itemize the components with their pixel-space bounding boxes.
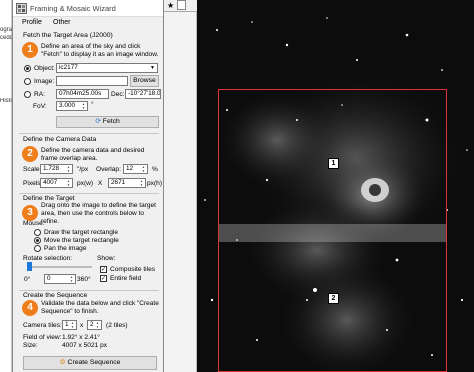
background-app-text: Histo bbox=[0, 98, 12, 104]
image-toolbar-strip bbox=[164, 0, 197, 372]
image-radio[interactable] bbox=[24, 78, 31, 85]
size-label: Size: bbox=[23, 342, 38, 349]
step-3-description: Drag onto the image to define the target… bbox=[41, 202, 156, 225]
rotate-label: Rotate selection: bbox=[23, 255, 73, 262]
mouse-label: Mouse: bbox=[23, 220, 45, 227]
draw-rectangle-radio[interactable] bbox=[34, 229, 41, 236]
entire-field-label: Entire field bbox=[110, 275, 142, 282]
dec-label: Dec: bbox=[111, 91, 125, 98]
ra-label: RA: bbox=[34, 91, 45, 98]
image-input[interactable] bbox=[56, 76, 128, 86]
fetch-button[interactable]: ⟳ Fetch bbox=[56, 116, 159, 128]
app-icon bbox=[16, 3, 27, 14]
pixels-height-unit: px(h) bbox=[147, 180, 163, 187]
fov-label: FoV: bbox=[33, 103, 47, 110]
step-2-description: Define the camera data and desired frame… bbox=[41, 147, 145, 162]
tiles-x-spinbox[interactable]: 1 bbox=[62, 320, 77, 330]
tiles-y-spinbox[interactable]: 2 bbox=[87, 320, 102, 330]
menu-profile[interactable]: Profile bbox=[22, 19, 42, 26]
scale-label: Scale: bbox=[23, 166, 42, 173]
chevron-down-icon[interactable]: ▼ bbox=[150, 65, 155, 71]
pixels-height-spinbox[interactable]: 2671 bbox=[108, 178, 146, 188]
background-app-text: cedd bbox=[0, 35, 12, 41]
fov-unit: ° bbox=[91, 101, 94, 108]
pan-image-radio[interactable] bbox=[34, 245, 41, 252]
menu-bar: Profile Other bbox=[13, 18, 163, 29]
ra-input[interactable]: 07h04m25.00s bbox=[56, 89, 109, 99]
move-rectangle-radio[interactable] bbox=[34, 237, 41, 244]
fov-spinbox[interactable]: 3.000 bbox=[56, 101, 88, 111]
rotate-max-label: 360° bbox=[77, 276, 91, 283]
title-bar[interactable]: Framing & Mosaic Wizard bbox=[13, 0, 163, 17]
draw-rectangle-label: Draw the target rectangle bbox=[44, 229, 119, 236]
tile-1-label: 1 bbox=[328, 158, 339, 169]
overlap-unit: % bbox=[152, 166, 158, 173]
section-header-camera: Define the Camera Data bbox=[23, 136, 97, 143]
camera-tiles-label: Camera tiles: bbox=[23, 322, 62, 329]
object-label: Object: bbox=[34, 65, 55, 72]
field-of-view-label: Field of view: bbox=[23, 334, 62, 341]
move-rectangle-label: Move the target rectangle bbox=[44, 237, 119, 244]
create-sequence-button[interactable]: ⚙ Create Sequence bbox=[23, 356, 157, 370]
object-input[interactable]: ic2177 bbox=[56, 63, 158, 73]
overlap-label: Overlap: bbox=[96, 166, 121, 173]
pixels-times-label: X bbox=[98, 180, 103, 187]
step-4-description: Validate the data below and click "Creat… bbox=[41, 300, 159, 315]
tiles-count-label: (2 tiles) bbox=[106, 322, 128, 329]
menu-other[interactable]: Other bbox=[53, 19, 71, 26]
image-label: Image: bbox=[34, 78, 55, 85]
rotate-spinbox[interactable]: 0 bbox=[44, 274, 76, 284]
step-4-badge: 4 bbox=[22, 300, 38, 316]
scale-unit: "/px bbox=[77, 166, 89, 173]
browse-button[interactable]: Browse bbox=[130, 75, 159, 87]
scale-spinbox[interactable]: 1.728 bbox=[40, 164, 73, 174]
dec-input[interactable]: -10°27'18.00" bbox=[125, 89, 161, 99]
window-icon[interactable] bbox=[177, 0, 186, 10]
star-icon[interactable]: ★ bbox=[167, 1, 174, 10]
framing-mosaic-wizard-window: Framing & Mosaic Wizard Profile Other Fe… bbox=[12, 0, 164, 372]
step-2-badge: 2 bbox=[22, 146, 38, 162]
pan-image-label: Pan the image bbox=[44, 245, 87, 252]
field-of-view-value: 1.92° x 2.41° bbox=[62, 334, 100, 341]
rotate-slider-track[interactable] bbox=[27, 266, 92, 268]
background-app-text: ograp bbox=[0, 27, 12, 33]
image-toolbar: ★ bbox=[164, 0, 197, 12]
rotate-slider-thumb[interactable] bbox=[27, 262, 32, 271]
object-radio[interactable] bbox=[24, 65, 31, 72]
sequence-icon: ⚙ bbox=[59, 359, 66, 366]
pixels-width-unit: px(w) bbox=[77, 180, 94, 187]
step-3-badge: 3 bbox=[22, 205, 38, 221]
target-rectangle[interactable] bbox=[218, 89, 447, 372]
composite-tiles-label: Composite tiles bbox=[110, 266, 156, 273]
section-header-fetch: Fetch the Target Area (J2000) bbox=[23, 32, 113, 39]
rotate-min-label: 0° bbox=[24, 276, 31, 283]
overlap-spinbox[interactable]: 12 bbox=[123, 164, 148, 174]
fetch-icon: ⟳ bbox=[95, 118, 101, 125]
ra-dec-radio[interactable] bbox=[24, 91, 31, 98]
step-1-badge: 1 bbox=[22, 42, 38, 58]
fetch-button-label: Fetch bbox=[102, 118, 120, 125]
pixels-width-spinbox[interactable]: 4007 bbox=[40, 178, 73, 188]
window-title: Framing & Mosaic Wizard bbox=[30, 4, 116, 13]
size-value: 4007 x 5021 px bbox=[62, 342, 108, 349]
section-divider bbox=[19, 133, 159, 134]
background-app-strip bbox=[0, 0, 12, 372]
create-sequence-label: Create Sequence bbox=[67, 359, 121, 366]
entire-field-checkbox[interactable]: ✓ bbox=[100, 275, 107, 282]
tile-2-label: 2 bbox=[328, 293, 339, 304]
show-label: Show: bbox=[97, 255, 116, 262]
step-1-description: Define an area of the sky and click "Fet… bbox=[41, 43, 159, 58]
tiles-times-label: x bbox=[80, 322, 84, 329]
composite-tiles-checkbox[interactable]: ✓ bbox=[100, 266, 107, 273]
